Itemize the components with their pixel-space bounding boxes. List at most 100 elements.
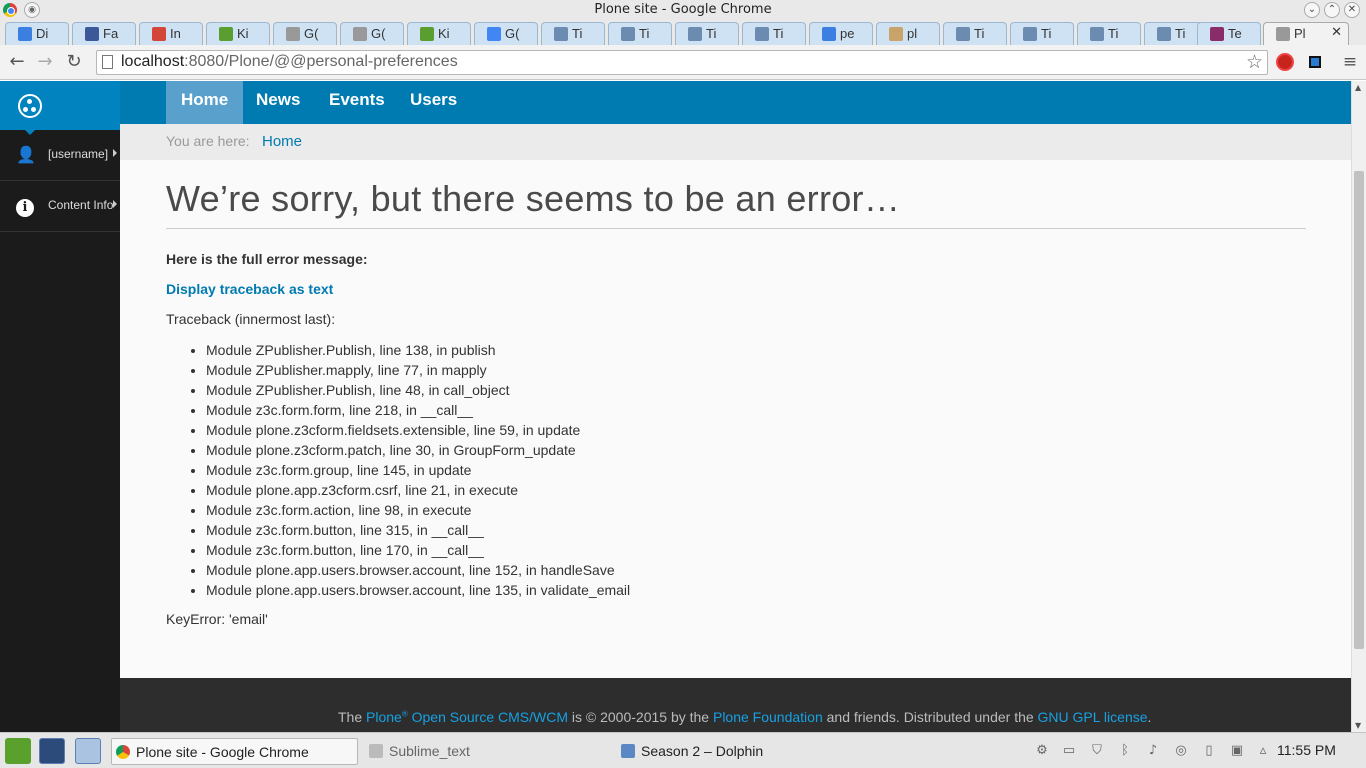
list-item: Module ZPublisher.Publish, line 48, in c… [206, 380, 630, 400]
browser-tab[interactable]: Ti [1010, 22, 1074, 45]
gmail-icon [152, 27, 166, 41]
shield-icon[interactable]: ⛉ [1089, 743, 1105, 759]
browser-tab[interactable]: Fa [72, 22, 136, 45]
breadcrumb-home-link[interactable]: Home [262, 133, 302, 150]
plone-link[interactable]: Plone® [366, 709, 408, 725]
maximize-button[interactable]: ⌃ [1324, 2, 1340, 18]
reload-button[interactable]: ↻ [64, 52, 84, 72]
close-tab-icon[interactable]: ✕ [1331, 25, 1342, 40]
file-manager-icon[interactable] [75, 738, 101, 764]
show-desktop-icon[interactable] [39, 738, 65, 764]
toolbar-item-content-info[interactable]: i Content Info [0, 181, 120, 232]
url-text[interactable]: localhost:8080/Plone/@@personal-preferen… [121, 53, 458, 71]
tinymce-icon [1157, 27, 1171, 41]
network-icon[interactable]: ◎ [1173, 743, 1189, 759]
error-intro: Here is the full error message: [166, 251, 368, 267]
tab-label: Pl [1294, 26, 1306, 41]
browser-tab[interactable]: G( [273, 22, 337, 45]
chevron-right-icon [113, 200, 117, 208]
browser-tab[interactable]: Ti [541, 22, 605, 45]
title-divider [166, 228, 1306, 229]
browser-tab[interactable]: Ti [943, 22, 1007, 45]
browser-tab[interactable]: G( [474, 22, 538, 45]
page-icon [1276, 27, 1290, 41]
list-item: Module z3c.form.action, line 98, in exec… [206, 500, 630, 520]
browser-tab[interactable]: pe [809, 22, 873, 45]
plone-foundation-link[interactable]: Plone Foundation [713, 709, 823, 725]
toolbar-item-label: [username] [48, 147, 109, 161]
browser-tab[interactable]: Te [1197, 22, 1261, 45]
plone-logo-button[interactable] [0, 81, 120, 130]
browser-tab[interactable]: In [139, 22, 203, 45]
leaf-icon [420, 27, 434, 41]
tray-expand-icon[interactable]: ▵ [1255, 743, 1271, 759]
browser-tab[interactable]: Pl ✕ [1263, 22, 1349, 45]
browser-tab[interactable]: Ki [206, 22, 270, 45]
tab-label: Fa [103, 26, 119, 41]
cms-link[interactable]: Open Source CMS/WCM [408, 709, 568, 725]
list-item: Module z3c.form.button, line 170, in __c… [206, 540, 630, 560]
browser-tab[interactable]: Ti [742, 22, 806, 45]
browser-tab[interactable]: Ti [1077, 22, 1141, 45]
display-traceback-link[interactable]: Display traceback as text [166, 281, 333, 297]
tab-label: Ki [438, 26, 450, 41]
bookmark-star-icon[interactable]: ☆ [1246, 51, 1263, 73]
close-window-button[interactable]: ✕ [1344, 2, 1360, 18]
gpl-license-link[interactable]: GNU GPL license [1038, 709, 1148, 725]
nav-users[interactable]: Users [395, 81, 472, 124]
toolbar-item-user[interactable]: 👤 [username] [0, 130, 120, 181]
scroll-down-icon[interactable]: ▼ [1355, 721, 1361, 730]
tinymce-icon [554, 27, 568, 41]
clipboard-icon[interactable]: ▭ [1061, 743, 1077, 759]
clock[interactable]: 11:55 PM [1277, 742, 1336, 758]
facebook-icon [85, 27, 99, 41]
back-button[interactable]: ← [7, 52, 27, 72]
list-item: Module plone.app.z3cform.csrf, line 21, … [206, 480, 630, 500]
battery-icon[interactable]: ▯ [1201, 743, 1217, 759]
browser-tab[interactable]: G( [340, 22, 404, 45]
list-item: Module plone.z3cform.fieldsets.extensibl… [206, 420, 630, 440]
tinymce-icon [1090, 27, 1104, 41]
tinymce-icon [688, 27, 702, 41]
browser-tab[interactable]: Ti [675, 22, 739, 45]
tab-label: G( [304, 26, 319, 41]
chrome-menu-icon[interactable]: ≡ [1340, 52, 1360, 72]
tab-strip: Di Fa In Ki G(G(Ki G(Ti Ti Ti Ti pe pl Ti Ti Ti Ti Te Pl… [0, 20, 1366, 45]
site-navigation: Home News Events Users [120, 81, 1351, 124]
volume-icon[interactable]: ♪ [1145, 743, 1161, 759]
task-dolphin[interactable]: Season 2 – Dolphin [617, 738, 857, 765]
scrollbar-thumb[interactable] [1354, 171, 1364, 649]
google-plus-icon [18, 27, 32, 41]
list-item: Module z3c.form.group, line 145, in upda… [206, 460, 630, 480]
update-icon[interactable]: ⚙ [1034, 743, 1050, 759]
nav-events[interactable]: Events [314, 81, 400, 124]
nav-news[interactable]: News [241, 81, 315, 124]
browser-tab[interactable]: Ti [608, 22, 672, 45]
tinymce-icon [755, 27, 769, 41]
puzzle-icon [889, 27, 903, 41]
tab-label: Te [1228, 26, 1242, 41]
task-chrome[interactable]: Plone site - Google Chrome [111, 738, 358, 765]
forward-button[interactable]: → [35, 52, 55, 72]
tab-label: pl [907, 26, 918, 41]
tab-label: Ti [639, 26, 650, 41]
site-footer: The Plone® Open Source CMS/WCM is © 2000… [120, 678, 1351, 732]
tinymce-icon [621, 27, 635, 41]
mint-menu-icon[interactable] [5, 738, 31, 764]
tab-label: In [170, 26, 181, 41]
bluetooth-icon[interactable]: ᛒ [1117, 743, 1133, 759]
task-sublime[interactable]: Sublime_text [365, 738, 605, 765]
browser-tab[interactable]: Ki [407, 22, 471, 45]
browser-tab[interactable]: pl [876, 22, 940, 45]
page-scrollbar[interactable]: ▲ ▼ [1351, 81, 1366, 732]
display-icon[interactable]: ▣ [1229, 743, 1245, 759]
minimize-button[interactable]: ⌄ [1304, 2, 1320, 18]
nav-home[interactable]: Home [166, 81, 244, 124]
list-item: Module plone.z3cform.patch, line 30, in … [206, 440, 630, 460]
address-bar[interactable]: localhost:8080/Plone/@@personal-preferen… [96, 50, 1268, 75]
scroll-up-icon[interactable]: ▲ [1355, 83, 1361, 92]
extension-icon[interactable] [1309, 56, 1321, 68]
stop-extension-icon[interactable] [1276, 53, 1294, 71]
key-error-message: KeyError: 'email' [166, 611, 268, 627]
browser-tab[interactable]: Di [5, 22, 69, 45]
